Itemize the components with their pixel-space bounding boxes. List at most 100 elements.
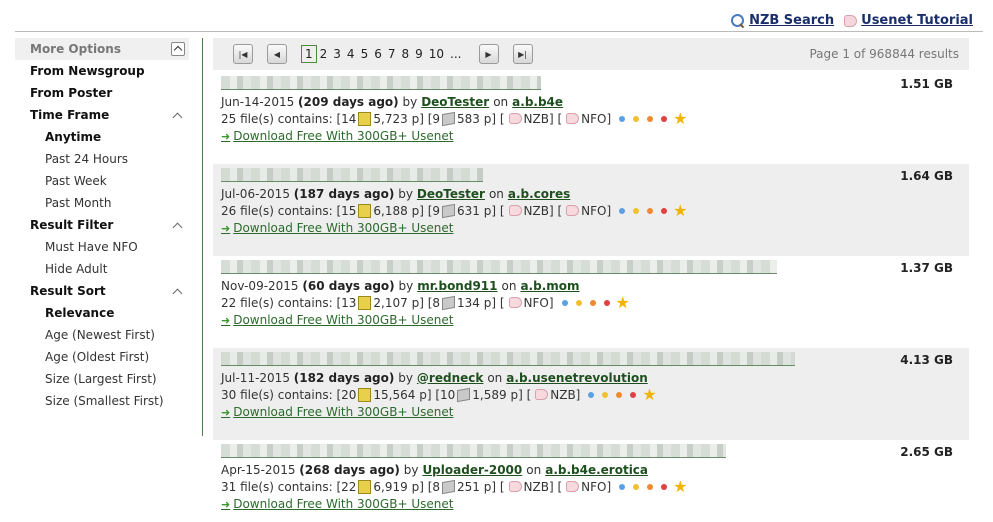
star-icon[interactable]: ★ [673,110,687,127]
page-number[interactable]: 2 [317,47,331,61]
sidebar-result-filter[interactable]: Result Filter [15,214,189,236]
from-newsgroup-label: From Newsgroup [30,64,145,78]
nfo-file-icon[interactable] [508,297,522,308]
star-icon[interactable]: ★ [642,386,656,403]
page-number[interactable]: 7 [385,47,399,61]
result-title-blurred[interactable] [221,444,726,458]
sidebar-item-size-largest[interactable]: Size (Largest First) [15,368,189,390]
download-link[interactable]: ➜ Download Free With 300GB+ Usenet [221,127,961,145]
group-link[interactable]: a.b.mom [520,279,579,293]
pages-b: 134 p] [ [457,295,505,310]
sidebar-item-past-month[interactable]: Past Month [15,192,189,214]
next-page-button[interactable]: ▶ [478,44,499,64]
poster-link[interactable]: @redneck [417,371,483,385]
usenet-tutorial-label: Usenet Tutorial [861,13,973,28]
collapse-options-button[interactable] [171,42,185,56]
result-title-blurred[interactable] [221,352,795,366]
page-number[interactable]: 4 [344,47,358,61]
nfo-text: NFO] [581,111,612,126]
page-number[interactable]: 3 [330,47,344,61]
nzb-file-icon[interactable] [508,113,522,124]
sidebar-item-age-newest[interactable]: Age (Newest First) [15,324,189,346]
anytime-label: Anytime [45,130,102,144]
poster-link[interactable]: DeoTester [417,187,485,201]
page-number[interactable]: 5 [358,47,372,61]
poster-link[interactable]: Uploader-2000 [422,463,522,477]
usenet-tutorial-link[interactable]: Usenet Tutorial [844,13,973,28]
download-link[interactable]: ➜ Download Free With 300GB+ Usenet [221,311,961,329]
chevron-up-icon [172,288,183,298]
poster-link[interactable]: mr.bond911 [417,279,497,293]
red-dot-icon [661,115,668,122]
blue-dot-icon [619,483,626,490]
result-title-blurred[interactable] [221,260,777,274]
yellow-dot-icon [633,483,640,490]
nfo-file-icon[interactable] [566,113,580,124]
sidebar-result-sort[interactable]: Result Sort [15,280,189,302]
star-icon[interactable]: ★ [673,478,687,495]
sidebar-from-poster[interactable]: From Poster [15,82,189,104]
nfo-file-icon[interactable] [566,205,580,216]
first-page-button[interactable]: |◀ [233,44,253,64]
result-meta: Apr-15-2015 (268 days ago) by Uploader-2… [221,461,961,478]
red-dot-icon [630,391,637,398]
page-number[interactable]: 9 [412,47,426,61]
sidebar-item-past-24-hours[interactable]: Past 24 Hours [15,148,189,170]
sidebar-item-anytime[interactable]: Anytime [15,126,189,148]
star-icon[interactable]: ★ [616,294,630,311]
blue-dot-icon [619,207,626,214]
result-item: 2.65 GB Apr-15-2015 (268 days ago) by Up… [213,440,969,522]
yellow-dot-icon [575,299,582,306]
poster-link[interactable]: DeoTester [421,95,489,109]
result-files: 30 file(s) contains: [20 15,564 p] [10 1… [221,386,961,403]
nzb-file-icon [844,14,858,27]
result-on: on [488,186,504,201]
age-oldest-label: Age (Oldest First) [45,350,150,364]
par-files-icon [358,387,372,402]
files-prefix: 30 file(s) contains: [20 [221,387,357,402]
group-link[interactable]: a.b.b4e.erotica [545,463,648,477]
sidebar-item-relevance[interactable]: Relevance [15,302,189,324]
sidebar-item-age-oldest[interactable]: Age (Oldest First) [15,346,189,368]
result-meta: Nov-09-2015 (60 days ago) by mr.bond911 … [221,277,961,294]
result-title-blurred[interactable] [221,168,483,182]
result-size: 4.13 GB [900,353,953,367]
sidebar-item-past-week[interactable]: Past Week [15,170,189,192]
download-link[interactable]: ➜ Download Free With 300GB+ Usenet [221,403,961,421]
blue-dot-icon [561,299,568,306]
top-divider [15,31,983,32]
sidebar-item-size-smallest[interactable]: Size (Smallest First) [15,390,189,412]
nzb-search-label: NZB Search [749,13,835,28]
sidebar-time-frame[interactable]: Time Frame [15,104,189,126]
nzb-search-link[interactable]: NZB Search [731,13,834,28]
nfo-file-icon[interactable] [566,481,580,492]
page-number[interactable]: 8 [398,47,412,61]
nzb-file-icon[interactable] [535,389,549,400]
past-24-hours-label: Past 24 Hours [45,152,129,166]
page-number[interactable]: 1 [301,45,317,63]
nzb-file-icon[interactable] [508,205,522,216]
result-on: on [487,370,503,385]
nfo-text: NFO] [523,295,554,310]
group-link[interactable]: a.b.b4e [512,95,563,109]
prev-page-button[interactable]: ◀ [267,44,287,64]
result-sort-label: Result Sort [30,284,106,298]
sidebar-item-hide-adult[interactable]: Hide Adult [15,258,189,280]
last-page-button[interactable]: ▶| [512,44,533,64]
sidebar-item-must-have-nfo[interactable]: Must Have NFO [15,236,189,258]
yellow-dot-icon [602,391,609,398]
sidebar-from-newsgroup[interactable]: From Newsgroup [15,60,189,82]
group-link[interactable]: a.b.usenetrevolution [506,371,647,385]
group-link[interactable]: a.b.cores [508,187,570,201]
red-dot-icon [603,299,610,306]
result-age: (268 days ago) [299,462,400,477]
download-link[interactable]: ➜ Download Free With 300GB+ Usenet [221,495,961,513]
page-number[interactable]: 10 [426,47,447,61]
nzb-file-icon[interactable] [508,481,522,492]
result-by: by [398,370,413,385]
star-icon[interactable]: ★ [673,202,687,219]
download-link[interactable]: ➜ Download Free With 300GB+ Usenet [221,219,961,237]
result-title-blurred[interactable] [221,76,541,90]
page-number[interactable]: 6 [371,47,385,61]
top-links: NZB Search Usenet Tutorial [731,13,973,28]
